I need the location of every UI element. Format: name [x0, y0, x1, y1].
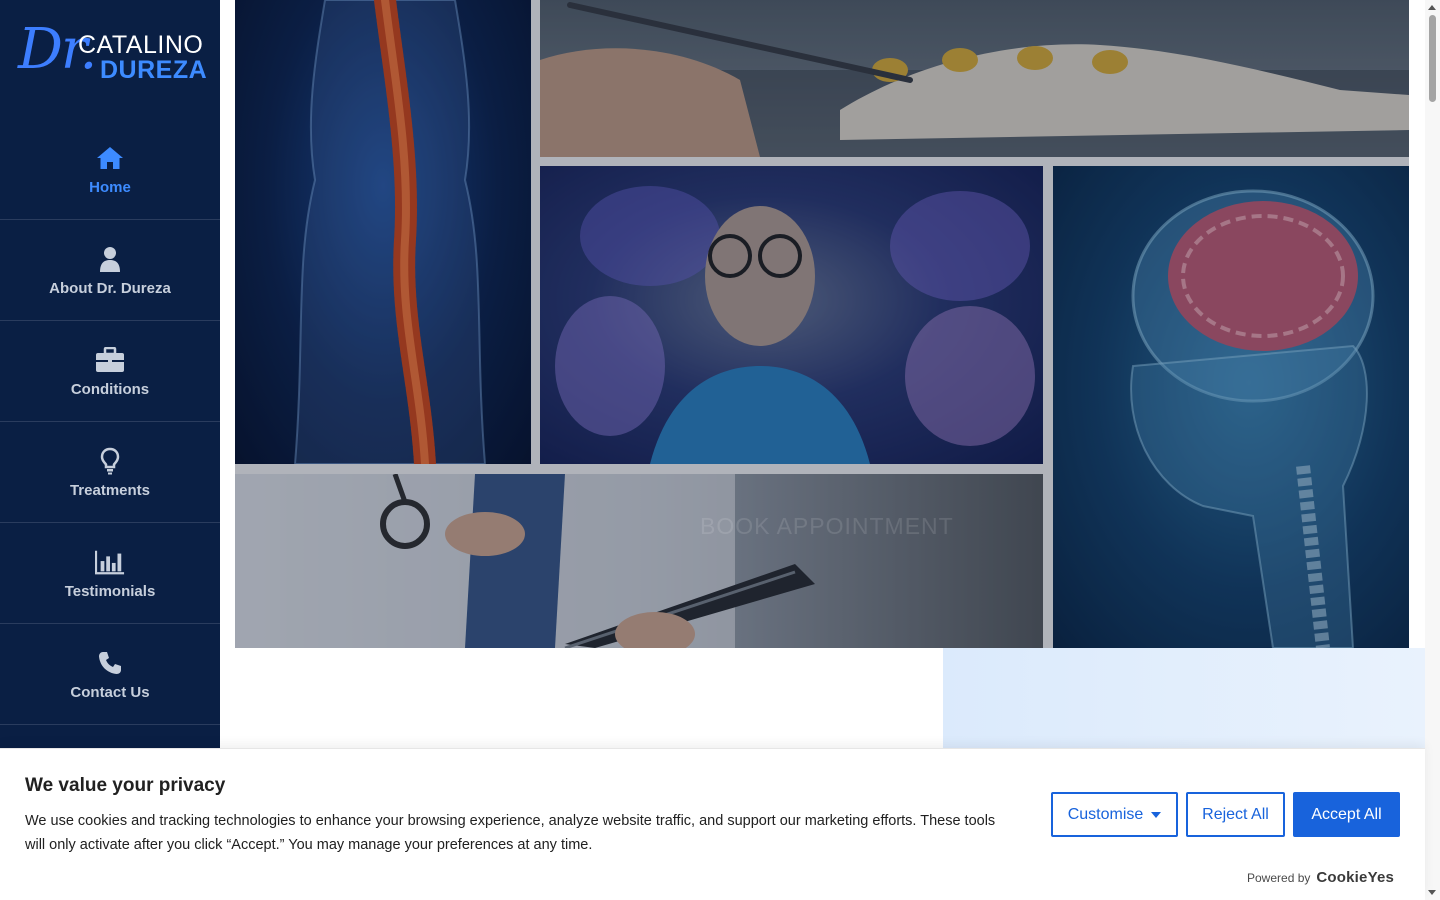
lightbulb-icon [95, 446, 125, 476]
user-icon [95, 244, 125, 274]
scroll-thumb[interactable] [1429, 15, 1436, 102]
logo-last-name: DUREZA [100, 56, 208, 84]
hero-overlay [235, 0, 1409, 648]
customise-button[interactable]: Customise [1051, 792, 1178, 837]
site-logo[interactable]: Dr. CATALINO DUREZA [0, 0, 220, 120]
reject-all-button[interactable]: Reject All [1186, 792, 1285, 837]
phone-icon [95, 648, 125, 678]
bar-chart-icon [95, 547, 125, 577]
scroll-up-arrow-icon[interactable] [1428, 5, 1436, 10]
nav-item-label: Testimonials [64, 582, 156, 600]
nav-item-conditions[interactable]: Conditions [0, 321, 220, 422]
nav-item-label: About Dr. Dureza [49, 279, 171, 297]
page-scrollbar[interactable] [1425, 0, 1440, 900]
main-nav: Home About Dr. Dureza Conditions Treatme… [0, 120, 220, 725]
briefcase-icon [95, 345, 125, 375]
accept-all-button[interactable]: Accept All [1293, 792, 1400, 837]
cookie-banner-title: We value your privacy [25, 775, 226, 796]
nav-item-label: Conditions [70, 380, 150, 398]
cookie-banner-description: We use cookies and tracking technologies… [25, 813, 996, 853]
nav-item-home[interactable]: Home [0, 120, 220, 220]
cookieyes-logo[interactable]: CookieYes [1316, 869, 1394, 886]
nav-item-treatments[interactable]: Treatments [0, 422, 220, 523]
content-accent-panel [943, 648, 1425, 748]
hero-banner: BOOK APPOINTMENT [235, 0, 1409, 648]
nav-item-contact[interactable]: Contact Us [0, 624, 220, 725]
nav-item-label: Treatments [69, 481, 151, 499]
nav-item-label: Home [89, 179, 131, 196]
scroll-down-arrow-icon[interactable] [1428, 890, 1436, 895]
home-icon [95, 143, 125, 173]
nav-item-about[interactable]: About Dr. Dureza [0, 220, 220, 321]
cookie-consent-banner: We value your privacy We use cookies and… [0, 748, 1425, 900]
logo-first-name: CATALINO [78, 31, 204, 59]
customise-button-label: Customise [1067, 805, 1144, 823]
caret-down-icon [1151, 811, 1162, 818]
nav-item-label: Contact Us [70, 683, 150, 701]
powered-by: Powered by CookieYes [1247, 869, 1394, 886]
powered-by-label: Powered by [1247, 871, 1311, 885]
book-appointment-button[interactable]: BOOK APPOINTMENT [700, 513, 954, 540]
nav-item-testimonials[interactable]: Testimonials [0, 523, 220, 624]
